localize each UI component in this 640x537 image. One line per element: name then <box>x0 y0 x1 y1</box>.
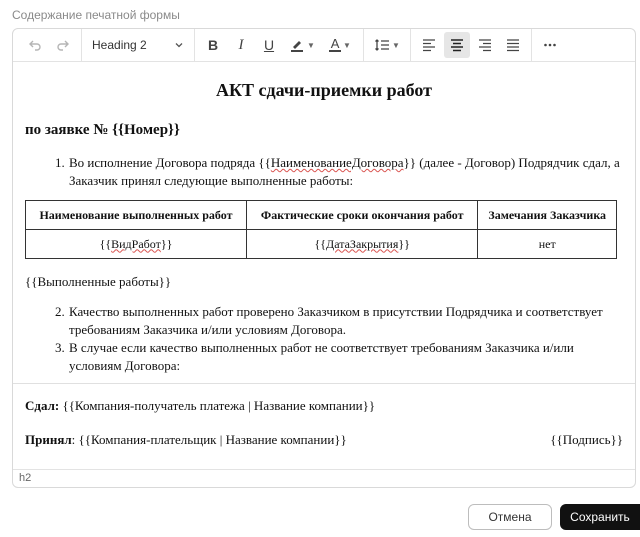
table-header: Наименование выполненных работ <box>25 200 247 230</box>
save-button[interactable]: Сохранить <box>560 504 640 530</box>
heading-select[interactable]: Heading 2 <box>86 32 190 58</box>
chevron-down-icon <box>175 43 183 48</box>
undo-icon <box>29 40 41 51</box>
editor-toolbar: Heading 2 B I U ▼ A ▼ ▼ <box>13 29 635 62</box>
handed-label: Сдал: <box>25 398 60 413</box>
divider <box>13 383 635 384</box>
table-header: Замечания Заказчика <box>477 200 617 230</box>
accepted-label: Принял <box>25 432 72 447</box>
handed-value: {{Компания-получатель платежа | Название… <box>62 398 376 413</box>
table-cell: нет <box>477 229 617 259</box>
history-group <box>17 29 82 61</box>
align-left-button[interactable] <box>416 32 442 58</box>
table-cell: {{ВидРабот}} <box>25 229 247 259</box>
more-button[interactable] <box>537 32 563 58</box>
cancel-button[interactable]: Отмена <box>468 504 552 530</box>
redo-button[interactable] <box>50 32 76 58</box>
accepted-row: Принял: {{Компания-плательщик | Название… <box>25 432 623 450</box>
align-center-button[interactable] <box>444 32 470 58</box>
editor-content[interactable]: АКТ сдачи-приемки работ по заявке № {{Но… <box>13 62 635 467</box>
align-left-icon <box>423 39 435 52</box>
highlighter-icon <box>291 41 304 52</box>
align-justify-icon <box>507 39 519 52</box>
list-item-1: 1. Во исполнение Договора подряда {{Наим… <box>55 155 620 188</box>
font-color-icon: A <box>329 36 342 52</box>
works-table: Наименование выполненных работ Фактическ… <box>25 200 617 259</box>
chevron-down-icon: ▼ <box>307 40 315 50</box>
table-header-row: Наименование выполненных работ Фактическ… <box>25 200 617 230</box>
list-item-3: 3. В случае если качество выполненных раб… <box>55 340 574 373</box>
align-justify-button[interactable] <box>500 32 526 58</box>
heading-group: Heading 2 <box>82 29 195 61</box>
table-row: {{ВидРабот}} {{ДатаЗакрытия}} нет <box>25 229 617 259</box>
redo-icon <box>57 40 69 51</box>
underline-button[interactable]: U <box>256 32 282 58</box>
more-icon <box>544 43 556 47</box>
completed-works-placeholder: {{Выполненные работы}} <box>25 274 172 289</box>
accepted-value: : {{Компания-плательщик | Название компа… <box>71 432 347 447</box>
bold-icon: B <box>207 37 219 53</box>
line-height-group: ▼ <box>364 29 411 61</box>
heading-select-value: Heading 2 <box>92 38 147 52</box>
handed-row: Сдал: {{Компания-получатель платежа | На… <box>25 398 623 416</box>
more-group <box>532 29 568 61</box>
table-header: Фактические сроки окончания работ <box>245 200 479 230</box>
table-cell: {{ДатаЗакрытия}} <box>245 229 479 259</box>
italic-icon: I <box>238 36 244 53</box>
chevron-down-icon: ▼ <box>343 40 351 50</box>
signature-placeholder: {{Подпись}} <box>550 432 623 447</box>
line-height-button[interactable]: ▼ <box>369 32 405 58</box>
document-subtitle: по заявке № {{Номер}} <box>25 122 180 138</box>
align-center-icon <box>451 39 463 52</box>
highlight-button[interactable]: ▼ <box>284 32 320 58</box>
field-label: Содержание печатной формы <box>12 8 180 22</box>
font-color-button[interactable]: A ▼ <box>322 32 358 58</box>
align-right-button[interactable] <box>472 32 498 58</box>
italic-button[interactable]: I <box>228 32 254 58</box>
undo-button[interactable] <box>22 32 48 58</box>
align-group <box>411 29 532 61</box>
underline-icon: U <box>263 37 275 53</box>
bold-button[interactable]: B <box>200 32 226 58</box>
chevron-down-icon: ▼ <box>392 40 400 50</box>
align-right-icon <box>479 39 491 52</box>
document-title: АКТ сдачи-приемки работ <box>215 80 433 100</box>
element-path-status: h2 <box>13 469 635 487</box>
list-item-2: 2. Качество выполненных работ проверено З… <box>55 304 603 337</box>
contract-name-placeholder: НаименованиеДоговора <box>270 155 404 170</box>
format-group: B I U ▼ A ▼ <box>195 29 364 61</box>
line-height-icon <box>375 39 390 51</box>
rich-text-editor[interactable]: Heading 2 B I U ▼ A ▼ ▼ АКТ сдачи-приемк… <box>12 28 636 488</box>
